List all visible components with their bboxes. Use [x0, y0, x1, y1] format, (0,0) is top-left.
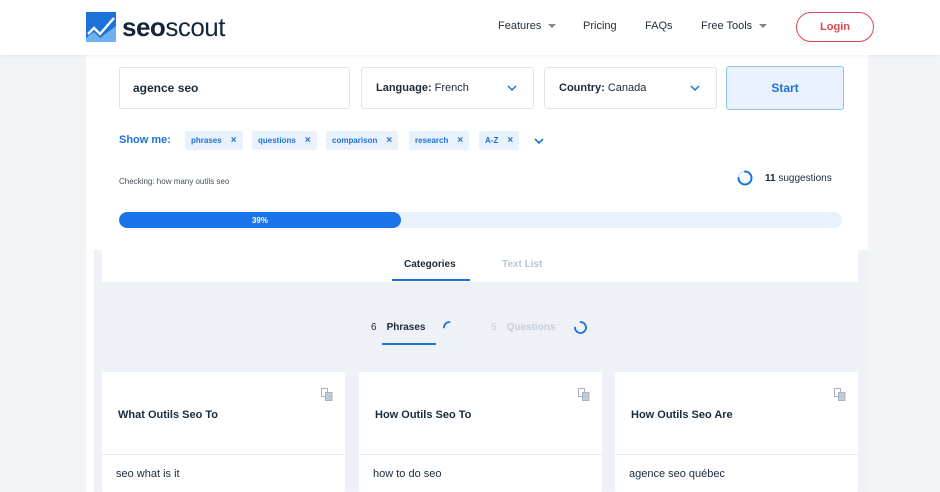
filter-chip-label: A-Z [485, 136, 499, 145]
nav-faqs[interactable]: FAQs [645, 20, 673, 32]
subtab-questions[interactable]: 5 Questions [491, 322, 555, 333]
login-button[interactable]: Login [796, 12, 874, 42]
category-card: How Outils Seo To how to do seo [359, 372, 602, 492]
filter-chip-comparison[interactable]: comparison × [326, 131, 399, 150]
nav-pricing-label: Pricing [583, 20, 617, 32]
filter-chip-label: phrases [191, 136, 222, 145]
subtab-questions-count: 5 [491, 322, 497, 333]
copy-icon[interactable] [578, 388, 590, 401]
card-suggestion[interactable]: how to do seo [373, 468, 442, 480]
suggestions-label: suggestions [778, 173, 832, 184]
chevron-down-icon[interactable] [533, 135, 545, 147]
filter-chip-label: research [415, 136, 449, 145]
keyword-search-input[interactable] [119, 67, 350, 109]
close-icon[interactable]: × [457, 135, 463, 146]
active-subtab-indicator [382, 343, 436, 345]
country-select-label: Country: [559, 82, 605, 94]
subtab-phrases-label: Phrases [386, 322, 426, 333]
subtab-phrases-count: 6 [371, 322, 377, 333]
tab-categories[interactable]: Categories [404, 259, 456, 270]
loading-spinner-icon [574, 321, 587, 334]
logo-wordmark-light: scout [165, 12, 225, 42]
suggestions-number: 11 [765, 173, 776, 184]
filter-chip-a-z[interactable]: A-Z × [479, 131, 520, 150]
nav-faqs-label: FAQs [645, 20, 673, 32]
progress-bar: 39% [119, 212, 842, 228]
site-header: seoscout Features Pricing FAQs Free Tool… [0, 0, 940, 55]
filter-chip-label: comparison [332, 136, 378, 145]
country-select[interactable]: Country: Canada [544, 67, 717, 109]
chevron-down-icon [690, 85, 700, 92]
tab-text-list[interactable]: Text List [502, 259, 542, 270]
nav-features[interactable]: Features [498, 20, 557, 32]
subtab-phrases[interactable]: 6 Phrases [371, 322, 425, 333]
start-button[interactable]: Start [726, 66, 844, 110]
card-suggestion[interactable]: agence seo québec [629, 468, 725, 480]
filter-chip-phrases[interactable]: phrases × [185, 131, 243, 150]
loading-spinner-icon [737, 170, 753, 186]
close-icon[interactable]: × [507, 135, 513, 146]
checking-status-text: Checking: how many outils seo [119, 177, 230, 186]
card-suggestion[interactable]: seo what is it [116, 468, 180, 480]
seoscout-logo-mark-icon [86, 12, 116, 42]
nav-free-tools-label: Free Tools [701, 20, 753, 32]
card-divider [615, 454, 858, 455]
suggestions-count: 11 suggestions [765, 173, 832, 184]
copy-icon[interactable] [834, 388, 846, 401]
card-title: What Outils Seo To [118, 409, 219, 421]
progress-bar-fill: 39% [119, 212, 401, 228]
nav-free-tools[interactable]: Free Tools [701, 20, 768, 32]
close-icon[interactable]: × [231, 135, 237, 146]
category-card: What Outils Seo To seo what is it [102, 372, 345, 492]
filter-chip-questions[interactable]: questions × [252, 131, 317, 150]
logo[interactable]: seoscout [86, 12, 225, 42]
show-me-label: Show me: [119, 134, 171, 146]
filter-chip-label: questions [258, 136, 296, 145]
category-card: How Outils Seo Are agence seo québec [615, 372, 858, 492]
nav-features-label: Features [498, 20, 542, 32]
filter-chip-research[interactable]: research × [409, 131, 470, 150]
logo-wordmark-bold: seo [122, 12, 166, 42]
card-title: How Outils Seo Are [631, 409, 733, 421]
caret-down-icon [548, 24, 557, 28]
close-icon[interactable]: × [305, 135, 311, 146]
copy-icon[interactable] [321, 388, 333, 401]
card-divider [359, 454, 602, 455]
language-select-label: Language: [376, 82, 432, 94]
card-title: How Outils Seo To [375, 409, 472, 421]
loading-spinner-icon [443, 321, 451, 329]
card-divider [102, 454, 345, 455]
chevron-down-icon [507, 85, 517, 92]
language-select[interactable]: Language: French [361, 67, 534, 109]
caret-down-icon [759, 24, 768, 28]
language-select-value: French [434, 82, 469, 94]
view-tabs-bar [102, 250, 858, 282]
logo-wordmark: seoscout [122, 12, 225, 42]
subtab-questions-label: Questions [506, 322, 556, 333]
nav-pricing[interactable]: Pricing [583, 20, 617, 32]
country-select-value: Canada [607, 82, 647, 94]
close-icon[interactable]: × [386, 135, 392, 146]
active-tab-indicator [392, 279, 470, 281]
progress-percentage: 39% [251, 215, 268, 225]
